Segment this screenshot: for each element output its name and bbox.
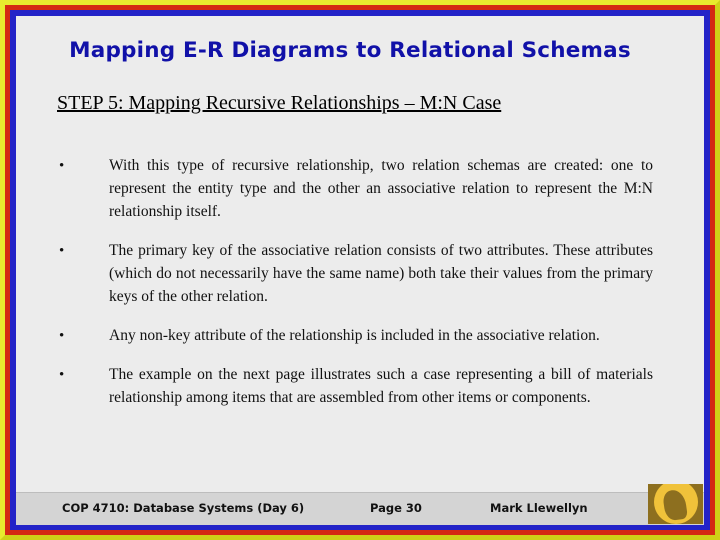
footer-author-label: Mark Llewellyn xyxy=(490,501,588,515)
list-item: • With this type of recursive relationsh… xyxy=(57,155,653,224)
bullet-marker-icon: • xyxy=(59,242,65,259)
footer-page-number: Page 30 xyxy=(370,501,422,515)
bullet-marker-icon: • xyxy=(59,327,65,344)
bullet-marker-icon: • xyxy=(59,158,65,174)
page-title: Mapping E-R Diagrams to Relational Schem… xyxy=(69,38,631,63)
bullet-marker-icon: • xyxy=(59,366,65,383)
list-item-text: Any non-key attribute of the relationshi… xyxy=(109,326,600,344)
slide: Mapping E-R Diagrams to Relational Schem… xyxy=(0,0,720,540)
list-item: • Any non-key attribute of the relations… xyxy=(57,325,653,348)
bullet-list: • With this type of recursive relationsh… xyxy=(57,155,653,425)
list-item: • The primary key of the associative rel… xyxy=(57,240,653,309)
list-item-text: The primary key of the associative relat… xyxy=(109,241,653,305)
list-item-text: With this type of recursive relationship… xyxy=(109,157,653,220)
footer-course-label: COP 4710: Database Systems (Day 6) xyxy=(62,501,305,515)
section-subtitle: STEP 5: Mapping Recursive Relationships … xyxy=(57,92,502,114)
ucf-knight-logo-icon xyxy=(648,484,703,524)
list-item-text: The example on the next page illustrates… xyxy=(109,365,653,406)
list-item: • The example on the next page illustrat… xyxy=(57,364,653,410)
